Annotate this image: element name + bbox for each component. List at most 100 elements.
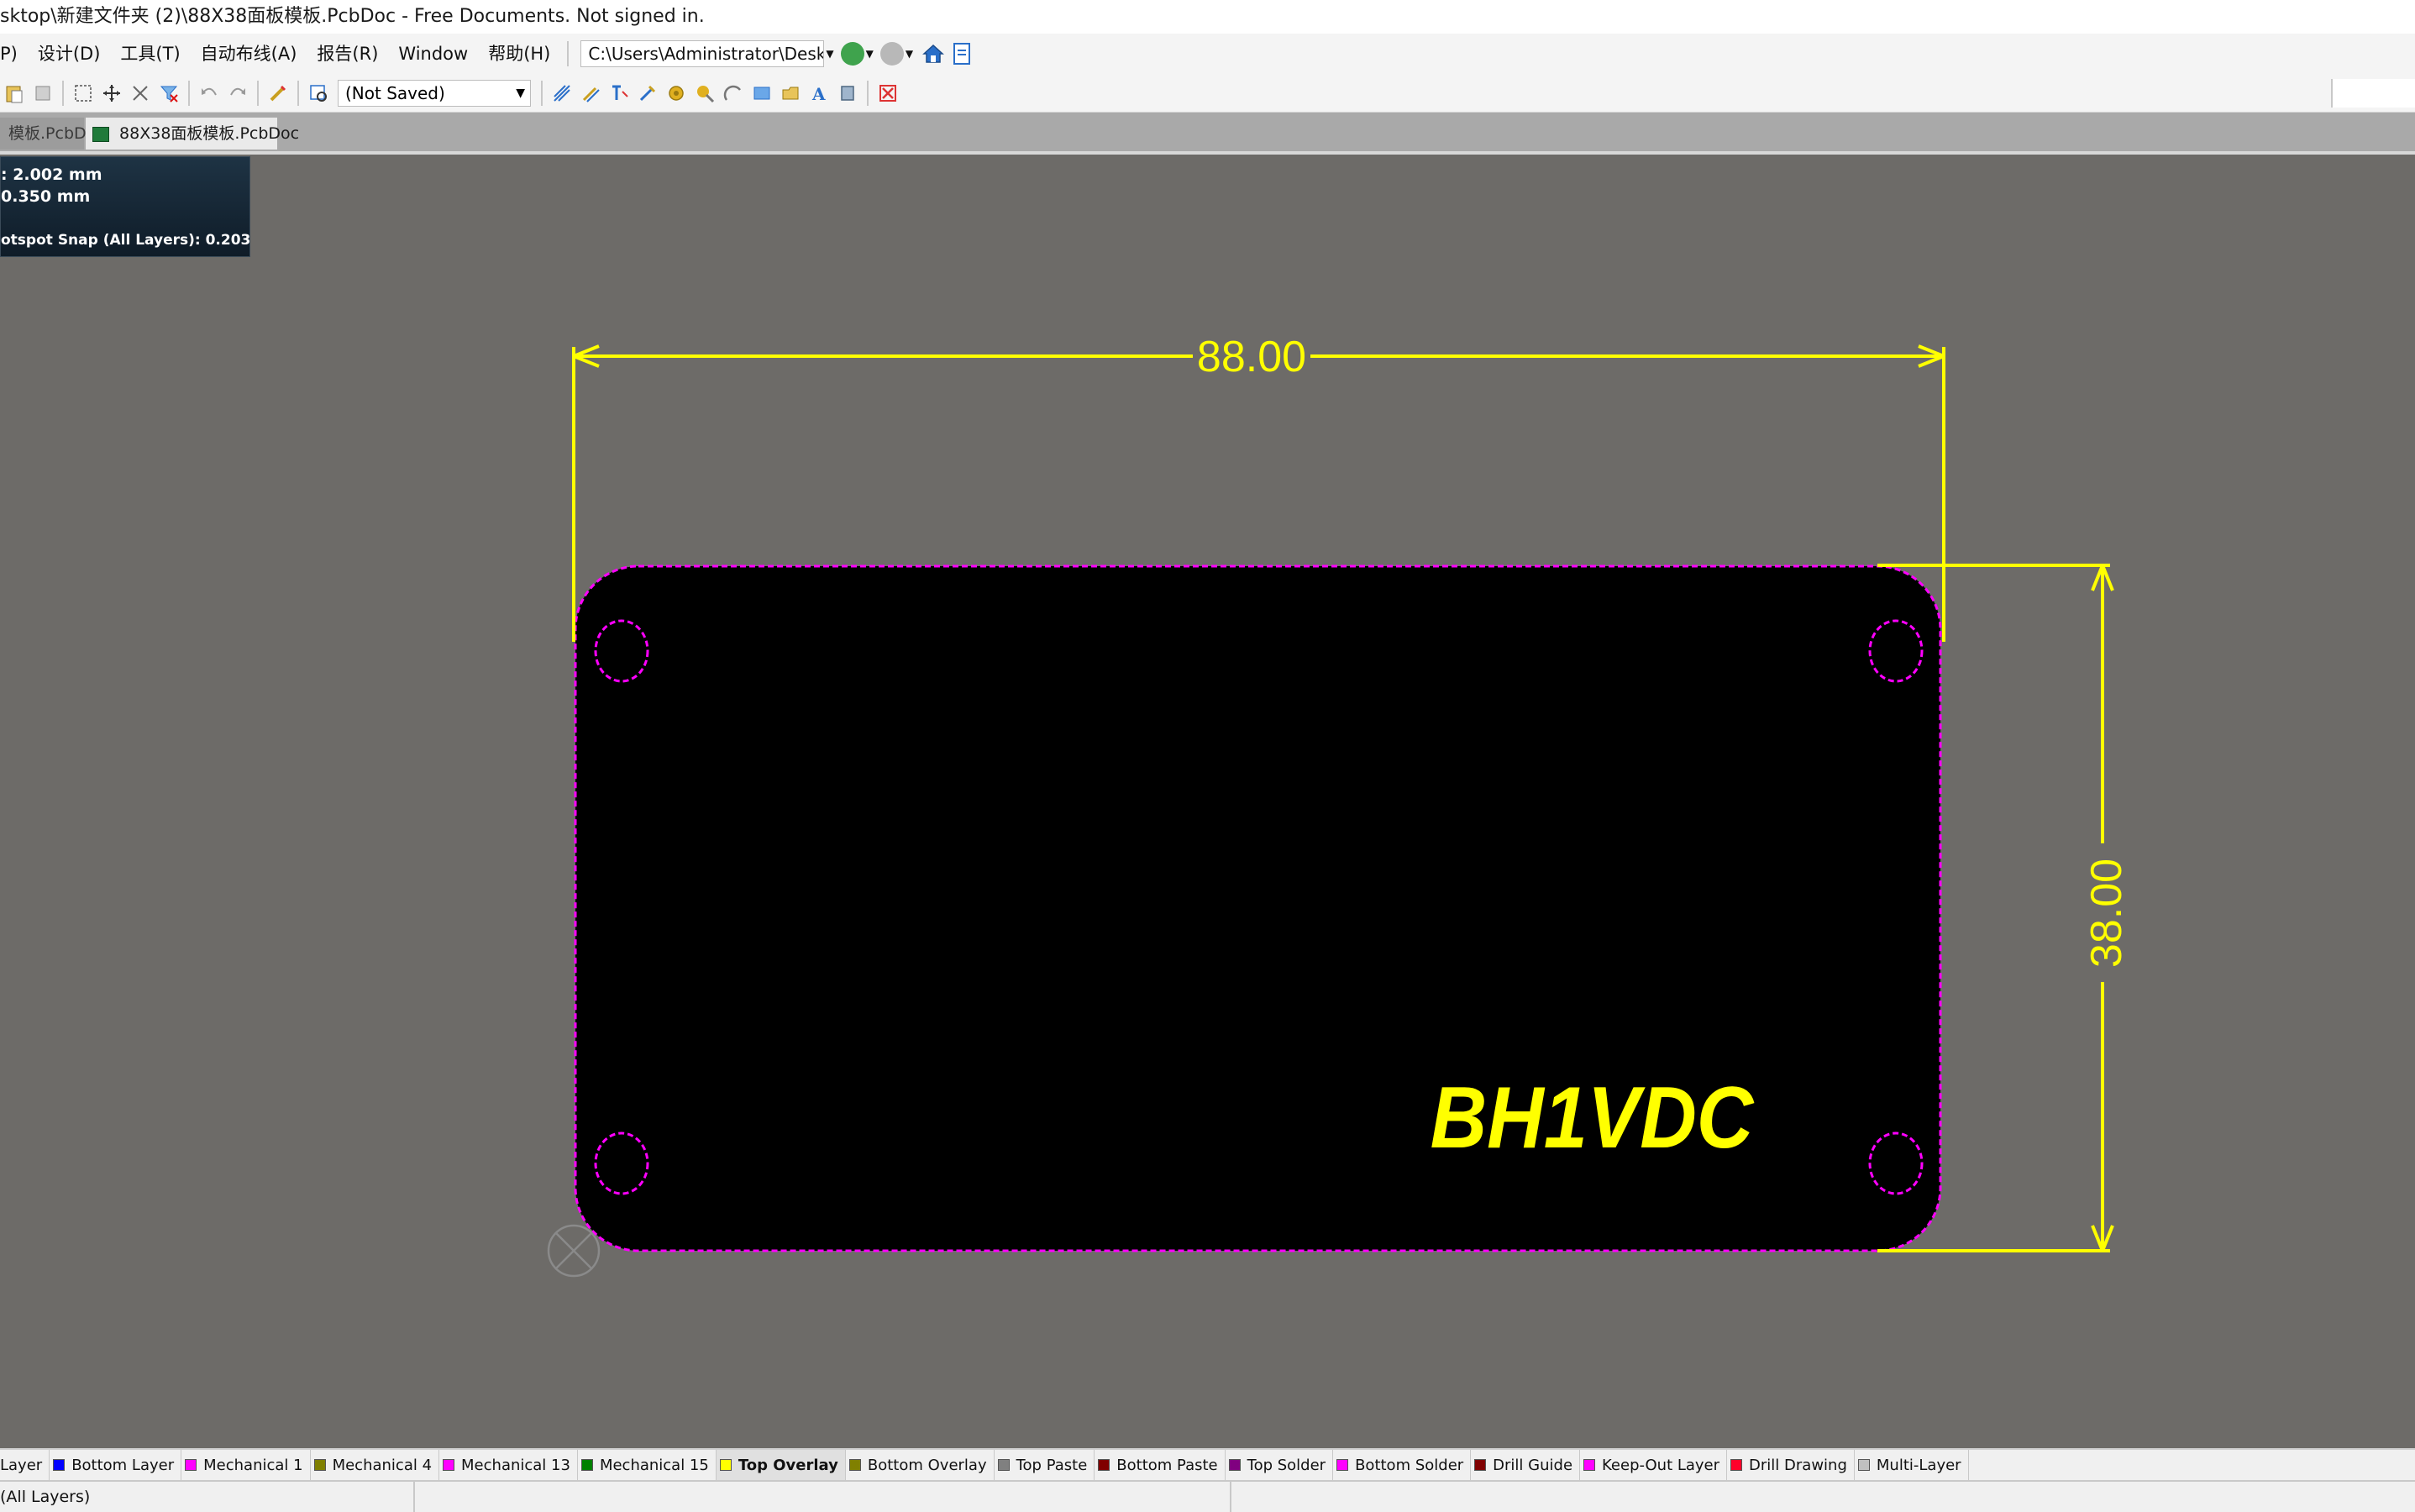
layer-tab-bottom-layer[interactable]: Bottom Layer (50, 1450, 182, 1480)
view-config-select[interactable]: (Not Saved) ▼ (338, 79, 531, 107)
pad-icon[interactable] (665, 82, 687, 104)
chevron-down-icon: ▼ (516, 86, 525, 100)
menu-bar: P) 设计(D) 工具(T) 自动布线(A) 报告(R) Window 帮助(H… (0, 34, 2415, 74)
layer-tab-mechanical-15[interactable]: Mechanical 15 (578, 1450, 717, 1480)
back-dropdown-icon[interactable]: ▼ (866, 48, 874, 60)
layer-color-swatch (1730, 1459, 1743, 1471)
status-bar: (All Layers) (0, 1480, 2415, 1512)
menu-help[interactable]: 帮助(H) (478, 34, 560, 74)
layer-label: Keep-Out Layer (1602, 1456, 1720, 1474)
layer-label: Mechanical 4 (332, 1456, 433, 1474)
layer-tab-bottom-overlay[interactable]: Bottom Overlay (846, 1450, 995, 1480)
move-icon[interactable] (101, 82, 123, 104)
layer-label: Top Paste (1016, 1456, 1088, 1474)
forward-icon[interactable] (879, 42, 904, 66)
window-title-bar: sktop\新建文件夹 (2)\88X38面板模板.PcbDoc - Free … (0, 0, 2415, 34)
menu-design[interactable]: 设计(D) (28, 34, 111, 74)
rubber-stamp-icon[interactable] (32, 82, 54, 104)
layer-tab-bottom-paste[interactable]: Bottom Paste (1095, 1450, 1226, 1480)
toolbar-separator (62, 80, 64, 106)
layer-tab-multi-layer[interactable]: Multi-Layer (1855, 1450, 1969, 1480)
layer-tab-keep-out[interactable]: Keep-Out Layer (1580, 1450, 1728, 1480)
hud-snap: otspot Snap (All Layers): 0.203mm (1, 232, 249, 249)
tab-template-pcbdoc[interactable]: 模板.PcbDoc (0, 118, 105, 150)
layer-color-swatch (1583, 1459, 1596, 1471)
back-icon[interactable] (840, 42, 864, 66)
hud-dx: : 2.002 mm (1, 165, 102, 184)
path-dropdown-icon[interactable]: ▼ (826, 48, 833, 60)
menu-window[interactable]: Window (388, 34, 478, 74)
layer-label: Mechanical 15 (599, 1456, 709, 1474)
origin-marker-icon (547, 1224, 601, 1278)
redo-icon[interactable] (227, 82, 249, 104)
pcb-canvas[interactable]: 88.00 38.00 BH1VDC (0, 155, 2415, 1448)
width-dimension-text: 88.00 (1197, 333, 1306, 381)
toolbar-separator (867, 80, 869, 106)
layer-color-swatch (997, 1459, 1010, 1471)
pcb-doc-icon (92, 126, 109, 142)
paste-icon[interactable] (3, 82, 25, 104)
hud-extra (1, 207, 249, 229)
menu-separator (567, 41, 570, 66)
clear-filter-icon[interactable] (158, 82, 180, 104)
layer-color-swatch (185, 1459, 197, 1471)
layer-color-swatch (580, 1459, 593, 1471)
multi-route-icon[interactable] (608, 82, 630, 104)
interactive-route-icon[interactable] (551, 82, 573, 104)
forward-dropdown-icon[interactable]: ▼ (906, 48, 913, 60)
toolbar-right-field[interactable] (2331, 79, 2415, 108)
layer-tab-mechanical-4[interactable]: Mechanical 4 (311, 1450, 440, 1480)
layer-label: Bottom Solder (1355, 1456, 1464, 1474)
layer-color-swatch (1336, 1459, 1349, 1471)
layer-tab-bottom-solder[interactable]: Bottom Solder (1333, 1450, 1472, 1480)
status-panel-middle (417, 1482, 1231, 1512)
cross-probe-icon[interactable] (267, 82, 289, 104)
menu-tools[interactable]: 工具(T) (110, 34, 190, 74)
layer-label: Mechanical 13 (461, 1456, 570, 1474)
layer-color-swatch (719, 1459, 732, 1471)
board-view-icon[interactable] (307, 82, 329, 104)
toolbar-separator (257, 80, 259, 106)
document-icon[interactable] (952, 42, 972, 66)
layer-color-swatch (1228, 1459, 1241, 1471)
menu-autoroute[interactable]: 自动布线(A) (191, 34, 307, 74)
track-icon[interactable] (637, 82, 659, 104)
layer-tab-top-solder[interactable]: Top Solder (1226, 1450, 1334, 1480)
layer-tab-mechanical-13[interactable]: Mechanical 13 (439, 1450, 578, 1480)
clear-markers-icon[interactable] (877, 82, 899, 104)
string-icon[interactable]: A (808, 82, 830, 104)
layer-tab-top-paste[interactable]: Top Paste (995, 1450, 1095, 1480)
layer-color-swatch (1474, 1459, 1487, 1471)
tab-88x38-pcbdoc[interactable]: 88X38面板模板.PcbDoc (86, 118, 299, 150)
layer-tab-top-overlay[interactable]: Top Overlay (716, 1450, 846, 1480)
layer-tab-drill-guide[interactable]: Drill Guide (1471, 1450, 1581, 1480)
path-field[interactable]: C:\Users\Administrator\Desktop (580, 40, 825, 67)
arc-icon[interactable] (722, 82, 744, 104)
deselect-icon[interactable] (129, 82, 151, 104)
heads-up-display: : 2.002 mm 0.350 mm otspot Snap (All Lay… (0, 156, 250, 257)
layer-label: Layer (0, 1456, 43, 1474)
via-icon[interactable] (694, 82, 716, 104)
diff-pair-route-icon[interactable] (580, 82, 601, 104)
tab-label: 88X38面板模板.PcbDoc (119, 124, 300, 143)
menu-project[interactable]: P) (0, 34, 28, 74)
toolbar-separator (188, 80, 190, 106)
layer-tab-drill-drawing[interactable]: Drill Drawing (1727, 1450, 1855, 1480)
layer-color-swatch (1098, 1459, 1110, 1471)
toolbar-separator (541, 80, 543, 106)
menu-reports[interactable]: 报告(R) (307, 34, 388, 74)
fill-icon[interactable] (751, 82, 773, 104)
silkscreen-label[interactable]: BH1VDC (1431, 1068, 1755, 1166)
status-panel-left: (All Layers) (0, 1482, 415, 1512)
component-icon[interactable] (837, 82, 858, 104)
layer-label: Mechanical 1 (203, 1456, 303, 1474)
select-area-icon[interactable] (72, 82, 94, 104)
layer-tab-top-layer[interactable]: Layer (0, 1450, 50, 1480)
region-icon[interactable] (780, 82, 801, 104)
toolbar-separator (297, 80, 299, 106)
layer-tab-mechanical-1[interactable]: Mechanical 1 (181, 1450, 311, 1480)
layer-label: Top Overlay (738, 1456, 838, 1474)
layer-color-swatch (53, 1459, 66, 1471)
home-icon[interactable] (921, 42, 945, 66)
undo-icon[interactable] (198, 82, 220, 104)
